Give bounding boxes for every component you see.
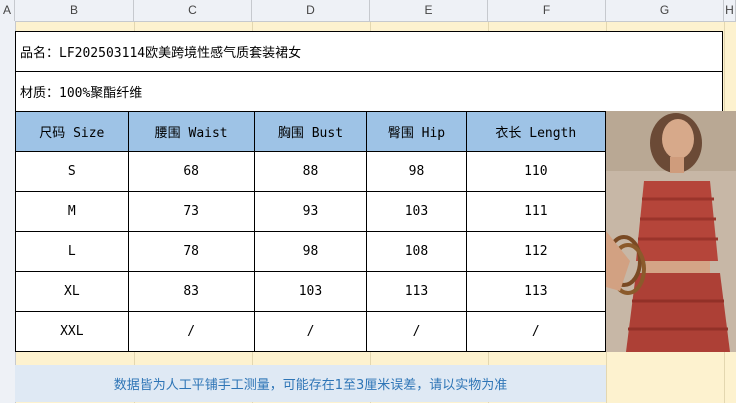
table-row: M 73 93 103 111: [15, 191, 607, 232]
length-cell[interactable]: 111: [465, 191, 607, 232]
material-cell[interactable]: 材质：100%聚酯纤维: [15, 71, 723, 112]
hip-cell[interactable]: /: [366, 311, 467, 352]
hip-cell[interactable]: 103: [366, 191, 467, 232]
measurement-note-cell[interactable]: 数据皆为人工平铺手工测量，可能存在1至3厘米误差，请以实物为准: [15, 365, 606, 402]
hip-cell[interactable]: 98: [366, 151, 467, 192]
table-row: XL 83 103 113 113: [15, 271, 607, 312]
col-header-d[interactable]: D: [252, 0, 370, 21]
bust-cell[interactable]: 88: [253, 151, 368, 192]
size-cell[interactable]: XL: [15, 271, 129, 312]
header-length[interactable]: 衣长 Length: [465, 111, 607, 152]
length-cell[interactable]: 113: [465, 271, 607, 312]
bust-cell[interactable]: 93: [253, 191, 368, 232]
bust-cell[interactable]: /: [253, 311, 368, 352]
header-bust[interactable]: 胸围 Bust: [253, 111, 368, 152]
header-waist[interactable]: 腰围 Waist: [127, 111, 255, 152]
waist-cell[interactable]: 68: [127, 151, 255, 192]
length-cell[interactable]: 112: [465, 231, 607, 272]
size-table: 尺码 Size 腰围 Waist 胸围 Bust 臀围 Hip 衣长 Lengt…: [15, 111, 607, 352]
col-header-b[interactable]: B: [15, 0, 134, 21]
size-cell[interactable]: XXL: [15, 311, 129, 352]
hip-cell[interactable]: 108: [366, 231, 467, 272]
col-header-c[interactable]: C: [134, 0, 252, 21]
size-cell[interactable]: M: [15, 191, 129, 232]
product-photo-illustration: [606, 111, 736, 352]
waist-cell[interactable]: 78: [127, 231, 255, 272]
col-header-a[interactable]: A: [0, 0, 15, 21]
table-row: S 68 88 98 110: [15, 151, 607, 192]
measurement-note-text: 数据皆为人工平铺手工测量，可能存在1至3厘米误差，请以实物为准: [113, 378, 508, 393]
column-header-bar: A B C D E F G H: [0, 0, 736, 22]
material-text: 材质：100%聚酯纤维: [20, 86, 143, 101]
waist-cell[interactable]: 73: [127, 191, 255, 232]
product-name-text: 品名：LF202503114欧美跨境性感气质套装裙女: [20, 46, 302, 61]
bust-cell[interactable]: 103: [253, 271, 368, 312]
col-header-e[interactable]: E: [370, 0, 488, 21]
hip-cell[interactable]: 113: [366, 271, 467, 312]
length-cell[interactable]: 110: [465, 151, 607, 192]
header-size[interactable]: 尺码 Size: [15, 111, 129, 152]
col-header-h[interactable]: H: [724, 0, 736, 21]
product-name-cell[interactable]: 品名：LF202503114欧美跨境性感气质套装裙女: [15, 31, 723, 72]
bust-cell[interactable]: 98: [253, 231, 368, 272]
col-header-g[interactable]: G: [606, 0, 724, 21]
size-cell[interactable]: L: [15, 231, 129, 272]
waist-cell[interactable]: 83: [127, 271, 255, 312]
col-header-f[interactable]: F: [488, 0, 606, 21]
size-cell[interactable]: S: [15, 151, 129, 192]
table-row: L 78 98 108 112: [15, 231, 607, 272]
waist-cell[interactable]: /: [127, 311, 255, 352]
product-photo[interactable]: [606, 111, 736, 352]
length-cell[interactable]: /: [465, 311, 607, 352]
table-row: XXL / / / /: [15, 311, 607, 352]
size-table-header-row: 尺码 Size 腰围 Waist 胸围 Bust 臀围 Hip 衣长 Lengt…: [15, 111, 607, 152]
header-hip[interactable]: 臀围 Hip: [366, 111, 467, 152]
row-header-bar: [0, 21, 16, 403]
